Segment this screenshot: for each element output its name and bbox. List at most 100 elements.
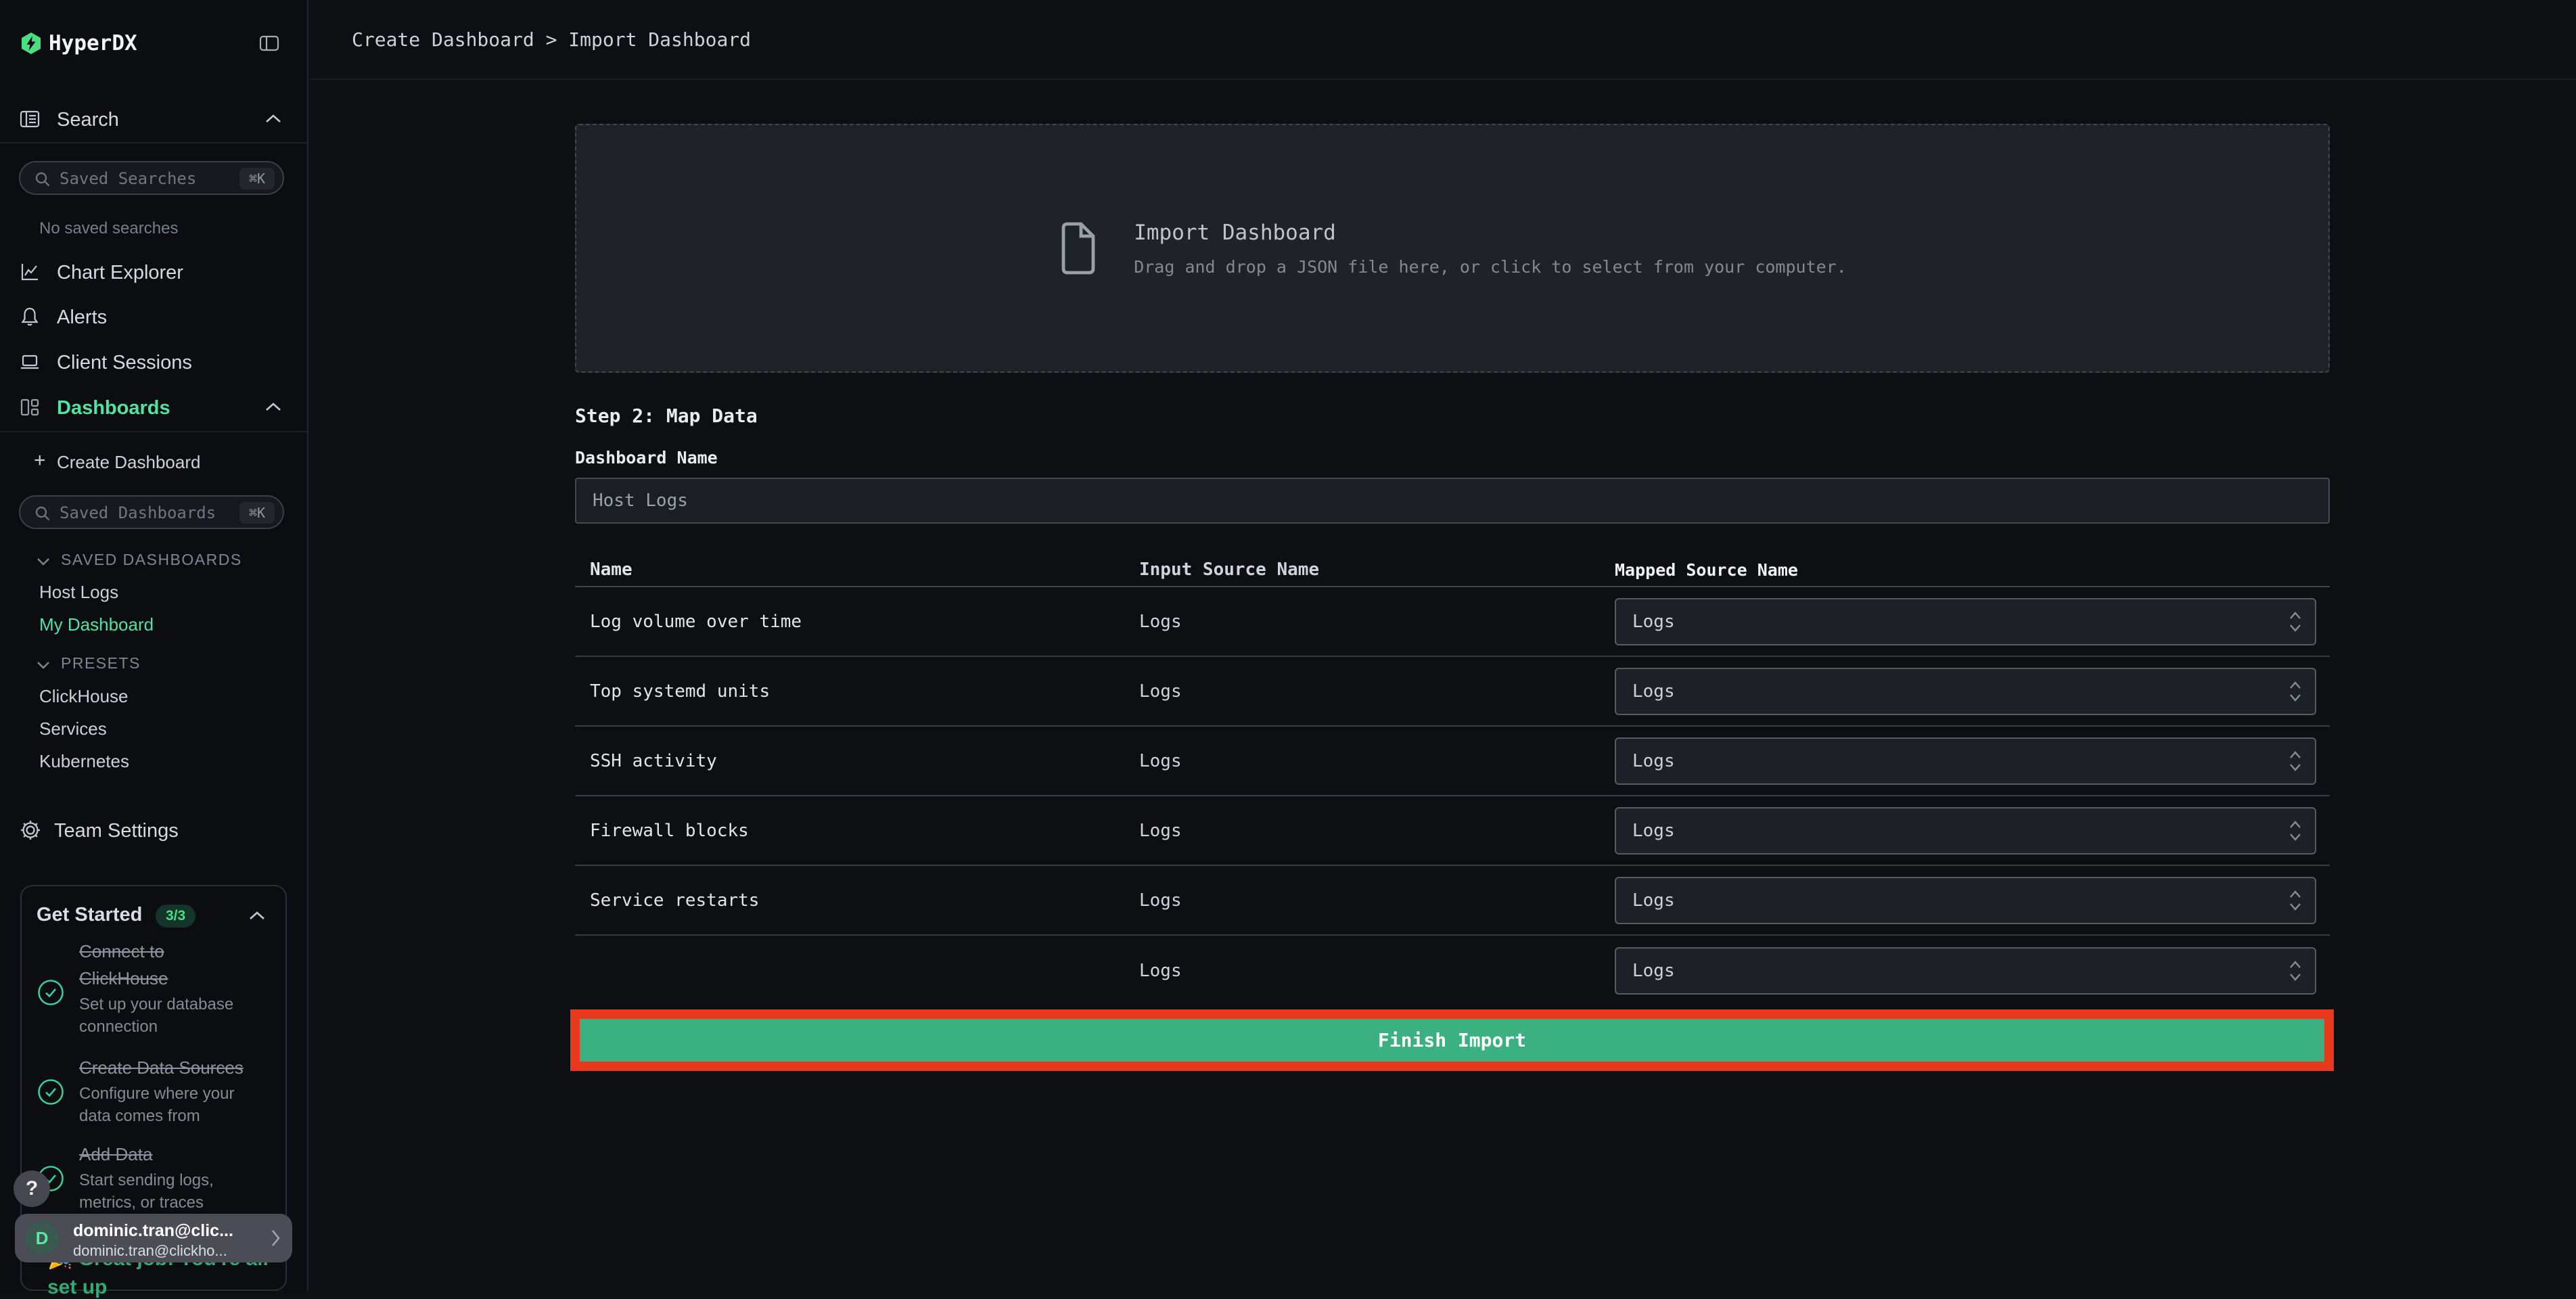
- chevron-down-icon[interactable]: [37, 661, 50, 669]
- mapped-source-value: Logs: [1632, 611, 1675, 632]
- input-source-cell: Logs: [1139, 681, 1182, 702]
- sidebar-item-host-logs[interactable]: Host Logs: [39, 582, 118, 603]
- mapped-source-select[interactable]: Logs: [1615, 806, 2316, 854]
- select-updown-icon: [2288, 819, 2315, 843]
- breadcrumb: Create Dashboard > Import Dashboard: [352, 0, 751, 80]
- saved-dashboards-section-header[interactable]: SAVED DASHBOARDS: [61, 551, 242, 569]
- column-header-name: Name: [590, 560, 632, 580]
- chevron-down-icon[interactable]: [37, 557, 50, 566]
- column-header-input-source: Input Source Name: [1139, 560, 1320, 580]
- app-logo-text: HyperDX: [49, 31, 137, 55]
- mapped-source-value: Logs: [1632, 750, 1675, 771]
- search-icon: [34, 505, 51, 522]
- tile-name-cell: SSH activity: [590, 750, 717, 771]
- shortcut-badge: ⌘K: [239, 168, 275, 189]
- get-started-item-title: Create Data Sources: [79, 1057, 244, 1078]
- table-row: SSH activity Logs Logs: [575, 727, 2330, 796]
- divider: [0, 142, 307, 143]
- mapping-table: Name Input Source Name Mapped Source Nam…: [575, 553, 2330, 1005]
- input-source-cell: Logs: [1139, 750, 1182, 771]
- chevron-up-icon[interactable]: [265, 114, 281, 123]
- get-started-item-subtitle: Configure where your data comes from: [79, 1085, 235, 1125]
- tile-name-cell: Top systemd units: [590, 681, 770, 702]
- tile-name-cell: Firewall blocks: [590, 820, 749, 841]
- column-header-mapped-source: Mapped Source Name: [1615, 560, 1798, 580]
- get-started-item-subtitle: Set up your database connection: [79, 995, 234, 1036]
- mapped-source-select[interactable]: Logs: [1615, 597, 2316, 645]
- step-title: Step 2: Map Data: [575, 405, 758, 427]
- get-started-item-title: Add Data: [79, 1144, 153, 1164]
- breadcrumb-separator: >: [545, 28, 557, 51]
- table-row: Service restarts Logs Logs: [575, 866, 2330, 936]
- table-row: Logs Logs: [575, 936, 2330, 1005]
- sidebar: HyperDX Search Saved Searches ⌘K No save…: [0, 0, 308, 1298]
- breadcrumb-create-dashboard[interactable]: Create Dashboard: [352, 28, 534, 51]
- mapped-source-select[interactable]: Logs: [1615, 947, 2316, 995]
- get-started-progress-badge: 3/3: [156, 905, 196, 928]
- saved-dashboards-placeholder: Saved Dashboards: [60, 503, 216, 522]
- mapped-source-select[interactable]: Logs: [1615, 876, 2316, 924]
- dashboards-grid-icon: [19, 396, 41, 418]
- tile-name-cell: Service restarts: [590, 890, 760, 911]
- hyperdx-logo-icon: [19, 31, 43, 55]
- search-nav-icon: [19, 108, 41, 130]
- client-sessions-laptop-icon: [19, 351, 41, 373]
- dashboard-name-value: Host Logs: [593, 491, 688, 511]
- mapped-source-value: Logs: [1632, 820, 1675, 841]
- dashboard-name-label: Dashboard Name: [575, 448, 718, 468]
- get-started-item-subtitle: Start sending logs, metrics, or traces: [79, 1171, 214, 1212]
- saved-searches-input[interactable]: Saved Searches ⌘K: [19, 161, 284, 195]
- shortcut-badge: ⌘K: [239, 502, 275, 524]
- dashboard-name-input[interactable]: Host Logs: [575, 478, 2330, 524]
- import-dropzone[interactable]: Import Dashboard Drag and drop a JSON fi…: [575, 124, 2330, 373]
- help-button[interactable]: ?: [14, 1170, 50, 1207]
- check-circle-icon: [37, 1078, 64, 1109]
- sidebar-item-chart-explorer[interactable]: Chart Explorer: [57, 262, 183, 284]
- user-account-chip[interactable]: D dominic.tran@clic... dominic.tran@clic…: [15, 1214, 292, 1262]
- finish-import-button[interactable]: Finish Import: [580, 1019, 2324, 1062]
- mapped-source-value: Logs: [1632, 890, 1675, 911]
- plus-icon: +: [34, 449, 46, 472]
- user-display-name: dominic.tran@clic...: [73, 1221, 233, 1240]
- table-row: Top systemd units Logs Logs: [575, 657, 2330, 727]
- sidebar-item-my-dashboard[interactable]: My Dashboard: [39, 614, 154, 635]
- divider: [0, 431, 307, 432]
- dropzone-subtitle: Drag and drop a JSON file here, or click…: [1134, 256, 1847, 277]
- select-updown-icon: [2288, 888, 2315, 913]
- sidebar-item-services[interactable]: Services: [39, 719, 107, 739]
- avatar: D: [25, 1221, 59, 1255]
- chevron-up-icon[interactable]: [265, 402, 281, 411]
- check-circle-icon: [37, 979, 64, 1009]
- select-updown-icon: [2288, 679, 2315, 704]
- select-updown-icon: [2288, 749, 2315, 773]
- table-row: Log volume over time Logs Logs: [575, 587, 2330, 657]
- input-source-cell: Logs: [1139, 960, 1182, 981]
- create-dashboard-button[interactable]: Create Dashboard: [57, 452, 200, 473]
- mapped-source-select[interactable]: Logs: [1615, 667, 2316, 715]
- sidebar-item-client-sessions[interactable]: Client Sessions: [57, 352, 192, 374]
- get-started-title: Get Started: [37, 904, 143, 926]
- sidebar-item-clickhouse[interactable]: ClickHouse: [39, 686, 129, 707]
- sidebar-item-alerts[interactable]: Alerts: [57, 306, 107, 329]
- chart-explorer-icon: [19, 261, 41, 283]
- chevron-right-icon: [271, 1229, 281, 1248]
- sidebar-item-kubernetes[interactable]: Kubernetes: [39, 751, 129, 772]
- chevron-up-icon[interactable]: [249, 911, 265, 920]
- setup-success-text: set up: [47, 1276, 108, 1298]
- saved-dashboards-input[interactable]: Saved Dashboards ⌘K: [19, 495, 284, 529]
- presets-section-header[interactable]: PRESETS: [61, 654, 141, 673]
- annotation-highlight-box: Finish Import: [570, 1009, 2334, 1071]
- input-source-cell: Logs: [1139, 890, 1182, 911]
- saved-searches-placeholder: Saved Searches: [60, 169, 197, 188]
- sidebar-item-dashboards[interactable]: Dashboards: [57, 397, 170, 419]
- sidebar-item-team-settings[interactable]: Team Settings: [54, 820, 179, 842]
- breadcrumb-import-dashboard: Import Dashboard: [568, 28, 752, 51]
- gear-icon: [19, 819, 42, 842]
- dropzone-title: Import Dashboard: [1134, 220, 1336, 245]
- input-source-cell: Logs: [1139, 820, 1182, 841]
- sidebar-item-search[interactable]: Search: [57, 109, 119, 131]
- user-email: dominic.tran@clickho...: [73, 1242, 227, 1259]
- sidebar-collapse-icon[interactable]: [258, 32, 280, 54]
- file-icon: [1058, 221, 1099, 275]
- mapped-source-select[interactable]: Logs: [1615, 737, 2316, 785]
